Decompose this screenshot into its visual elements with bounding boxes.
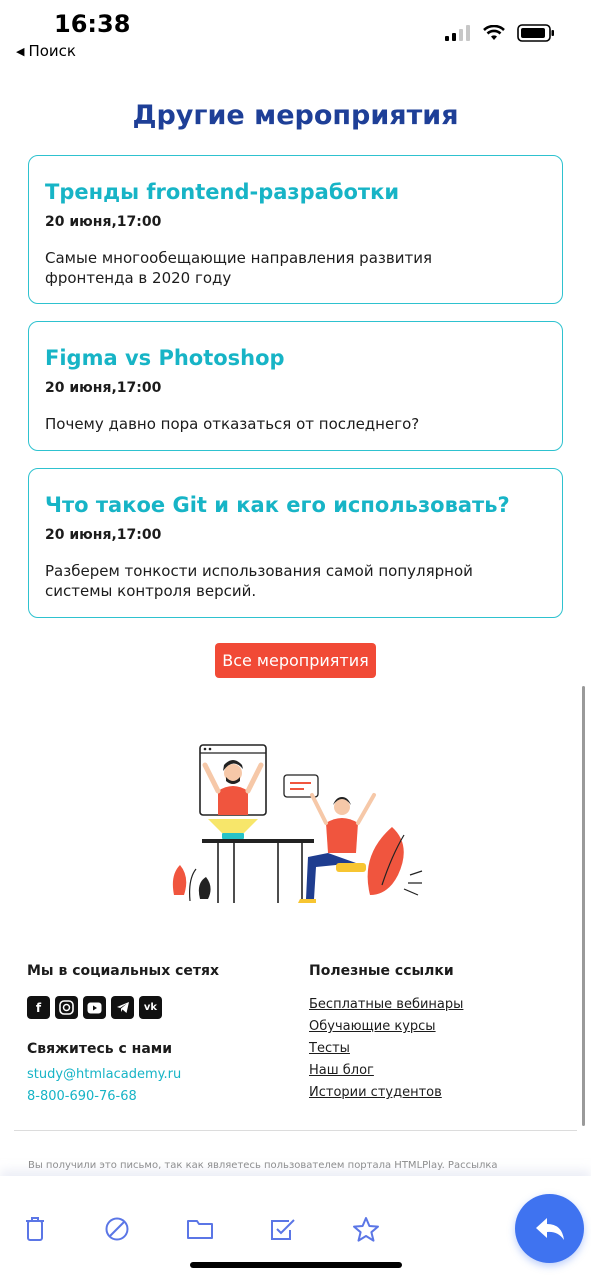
block-icon[interactable]: [102, 1214, 132, 1244]
all-events-button[interactable]: Все мероприятия: [215, 643, 376, 678]
vk-icon[interactable]: vk: [139, 996, 162, 1019]
event-date: 20 июня,17:00: [45, 214, 162, 230]
home-indicator: [190, 1262, 402, 1268]
event-title[interactable]: Что такое Git и как его использовать?: [45, 491, 546, 519]
status-bar: 16:38 ◀ Поиск: [0, 0, 591, 70]
status-icons: [445, 24, 555, 42]
signal-icon: [445, 25, 470, 41]
footer-divider: [14, 1130, 577, 1131]
event-title[interactable]: Figma vs Photoshop: [45, 344, 546, 372]
wifi-icon: [483, 25, 505, 40]
reply-button[interactable]: [515, 1194, 584, 1263]
phone-link[interactable]: 8-800-690-76-68: [27, 1089, 137, 1104]
event-description: Разберем тонкости использования самой по…: [45, 562, 473, 600]
event-date: 20 июня,17:00: [45, 527, 162, 543]
folder-icon[interactable]: [185, 1214, 215, 1244]
useful-link[interactable]: Наш блог: [309, 1063, 374, 1078]
people-illustration: [172, 744, 423, 903]
star-icon[interactable]: [351, 1214, 381, 1244]
event-date: 20 июня,17:00: [45, 380, 162, 396]
telegram-icon[interactable]: [111, 996, 134, 1019]
mark-done-icon[interactable]: [268, 1214, 298, 1244]
battery-icon: [517, 24, 554, 42]
scrollbar[interactable]: [582, 686, 585, 1126]
event-title[interactable]: Тренды frontend-разработки: [45, 178, 546, 206]
useful-links-heading: Полезные ссылки: [309, 963, 454, 979]
event-card[interactable]: Что такое Git и как его использовать? 20…: [28, 468, 563, 618]
reply-icon: [535, 1217, 564, 1240]
social-links: f vk: [27, 996, 162, 1019]
page-title: Другие мероприятия: [132, 100, 459, 131]
useful-link[interactable]: Обучающие курсы: [309, 1019, 436, 1034]
status-time: 16:38: [54, 10, 131, 38]
subscription-notice: Вы получили это письмо, так как являетес…: [28, 1160, 498, 1177]
contact-heading: Свяжитесь с нами: [27, 1041, 173, 1057]
useful-link[interactable]: Тесты: [309, 1041, 350, 1056]
back-link-label: Поиск: [28, 42, 76, 60]
email-link[interactable]: study@htmlacademy.ru: [27, 1067, 181, 1082]
social-heading: Мы в социальных сетях: [27, 963, 220, 979]
event-card[interactable]: Figma vs Photoshop 20 июня,17:00 Почему …: [28, 321, 563, 451]
event-description: Почему давно пора отказаться от последне…: [45, 415, 420, 433]
instagram-icon[interactable]: [55, 996, 78, 1019]
trash-icon[interactable]: [20, 1214, 50, 1244]
facebook-icon[interactable]: f: [27, 996, 50, 1019]
youtube-icon[interactable]: [83, 996, 106, 1019]
event-description: Самые многообещающие направления развити…: [45, 249, 432, 287]
event-card[interactable]: Тренды frontend-разработки 20 июня,17:00…: [28, 155, 563, 304]
back-to-search-link[interactable]: ◀ Поиск: [16, 42, 76, 60]
useful-link[interactable]: Истории студентов: [309, 1085, 442, 1100]
useful-link[interactable]: Бесплатные вебинары: [309, 997, 463, 1012]
back-arrow-icon: ◀: [16, 44, 25, 58]
